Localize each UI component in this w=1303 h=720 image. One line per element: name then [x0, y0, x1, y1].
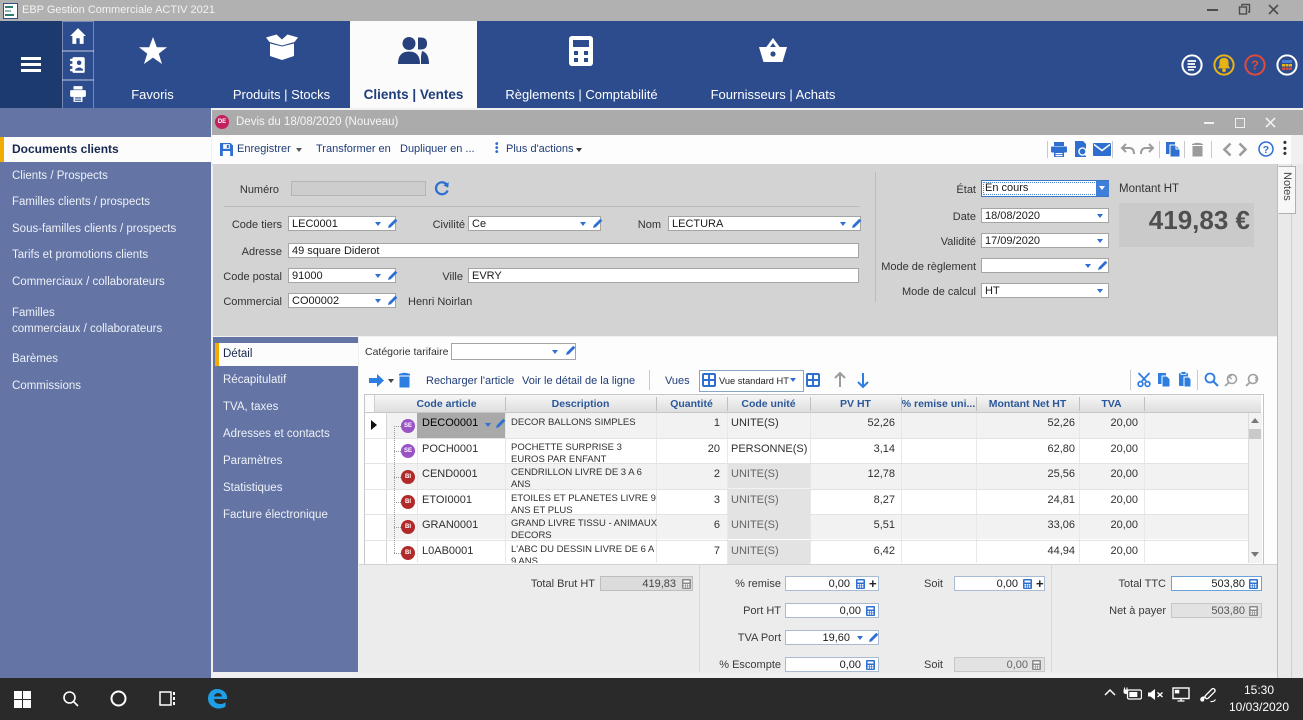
svg-text:?: ?: [1251, 58, 1259, 73]
svg-text:?: ?: [1263, 144, 1269, 156]
